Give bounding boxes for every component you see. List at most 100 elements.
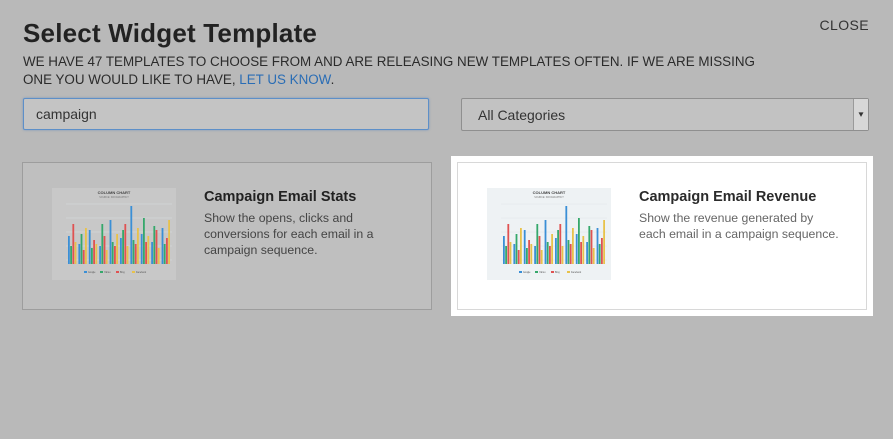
thumb-bar: [101, 224, 104, 264]
thumb-legend-swatch: [567, 271, 570, 273]
template-card-campaign-email-revenue[interactable]: COLUMN CHART SOURCE: INFOGRAPHIC? Google Ya…: [457, 162, 867, 310]
thumb-bar: [70, 246, 72, 264]
thumb-bar: [586, 242, 588, 264]
thumb-bar: [88, 230, 91, 264]
thumb-bar: [569, 244, 572, 264]
thumb-bar: [598, 244, 601, 264]
thumb-bar: [114, 246, 116, 264]
thumb-bar: [528, 240, 530, 264]
thumb-legend-swatch: [84, 271, 87, 273]
thumb-bar: [505, 246, 507, 264]
thumb-bar: [536, 224, 539, 264]
template-card-campaign-email-stats[interactable]: COLUMN CHART SOURCE: INFOGRAPHIC? Google Ya…: [22, 162, 432, 310]
thumb-bar: [503, 236, 505, 264]
thumb-legend-swatch: [132, 271, 135, 273]
thumb-bar: [124, 224, 127, 264]
thumb-bar: [111, 242, 114, 264]
thumb-bar: [526, 248, 528, 264]
thumb-bar: [592, 248, 595, 264]
thumb-bar: [109, 220, 112, 264]
thumb-bar: [91, 248, 93, 264]
thumb-bar: [93, 240, 95, 264]
thumb-legend-swatch: [551, 271, 554, 273]
thumb-bar: [157, 248, 160, 264]
thumb-bar: [166, 238, 168, 264]
thumb-bar: [515, 234, 518, 264]
thumb-legend-label: Bing: [555, 272, 560, 274]
thumb-bar: [126, 246, 129, 264]
thumb-bar: [105, 250, 108, 264]
thumb-legend-swatch: [116, 271, 119, 273]
thumb-bar: [168, 220, 170, 264]
thumb-bar: [534, 246, 536, 264]
thumb-legend-swatch: [100, 271, 103, 273]
let-us-know-link[interactable]: LET US KNOW: [239, 72, 330, 87]
dialog-title: Select Widget Template: [23, 18, 318, 48]
thumb-bar: [603, 220, 605, 264]
thumb-bar: [567, 240, 570, 264]
thumb-bar: [549, 246, 551, 264]
thumb-bar: [82, 250, 85, 264]
search-input[interactable]: [23, 98, 429, 130]
thumb-bar: [145, 242, 147, 264]
thumb-bar: [544, 220, 547, 264]
thumb-subtitle: SOURCE: INFOGRAPHIC?: [534, 196, 564, 199]
thumb-bar: [72, 224, 75, 264]
thumb-bar: [137, 228, 139, 264]
thumb-bar: [74, 242, 77, 264]
thumb-bar: [80, 234, 83, 264]
thumb-bar: [582, 236, 585, 264]
thumb-bar: [601, 238, 603, 264]
template-title: Campaign Email Revenue: [639, 189, 817, 205]
thumb-bar: [120, 238, 122, 264]
category-select-value: All Categories: [478, 107, 566, 123]
template-description: Show the revenue generated by each email…: [639, 211, 839, 241]
thumb-legend-label: Facebook: [571, 272, 582, 274]
thumb-legend-swatch: [535, 271, 538, 273]
thumb-bar: [99, 246, 101, 264]
thumb-bar: [103, 236, 106, 264]
thumb-bar: [151, 242, 153, 264]
thumb-bar: [78, 244, 81, 264]
thumb-bar: [590, 230, 593, 264]
thumb-bar: [507, 224, 510, 264]
close-button[interactable]: CLOSE: [820, 17, 869, 33]
thumb-subtitle: SOURCE: INFOGRAPHIC?: [99, 196, 129, 199]
thumb-bar: [513, 244, 516, 264]
thumb-title: COLUMN CHART: [98, 190, 131, 195]
subtitle-text: WE HAVE 47 TEMPLATES TO CHOOSE FROM AND …: [23, 54, 755, 87]
thumb-bar: [538, 236, 541, 264]
category-select[interactable]: All Categories ▾: [461, 98, 869, 131]
thumb-bar: [555, 238, 557, 264]
thumb-bar: [559, 224, 562, 264]
thumb-bar: [134, 244, 137, 264]
thumb-bar: [561, 246, 564, 264]
thumb-bar: [143, 218, 145, 264]
template-title: Campaign Email Stats: [204, 189, 357, 205]
thumb-bar: [116, 234, 118, 264]
thumb-bar: [517, 250, 520, 264]
thumb-bar: [596, 228, 599, 264]
template-description: Show the opens, clicks and conversions f…: [204, 211, 374, 257]
thumb-legend-label: Google: [523, 272, 531, 274]
thumb-bar: [530, 244, 533, 264]
thumb-bar: [155, 230, 158, 264]
thumb-bar: [546, 242, 549, 264]
thumb-legend-label: Google: [88, 272, 96, 274]
thumb-title: COLUMN CHART: [533, 190, 566, 195]
dialog-subtitle: WE HAVE 47 TEMPLATES TO CHOOSE FROM AND …: [23, 53, 783, 89]
thumb-bar: [95, 244, 98, 264]
template-thumbnail: COLUMN CHARTSOURCE: INFOGRAPHIC? Google Ya…: [487, 188, 611, 280]
thumb-bar: [147, 236, 150, 264]
thumb-bar: [122, 230, 124, 264]
thumb-legend-label: Yahoo: [104, 272, 111, 274]
thumb-bar: [163, 244, 166, 264]
thumb-bar: [575, 234, 578, 264]
thumb-bar: [551, 234, 553, 264]
thumb-bar: [68, 236, 70, 264]
thumb-bar: [557, 230, 559, 264]
thumb-bar: [578, 218, 580, 264]
select-arrow-icon[interactable]: ▾: [853, 99, 868, 130]
thumb-legend-label: Facebook: [136, 272, 147, 274]
thumb-bar: [520, 228, 522, 264]
